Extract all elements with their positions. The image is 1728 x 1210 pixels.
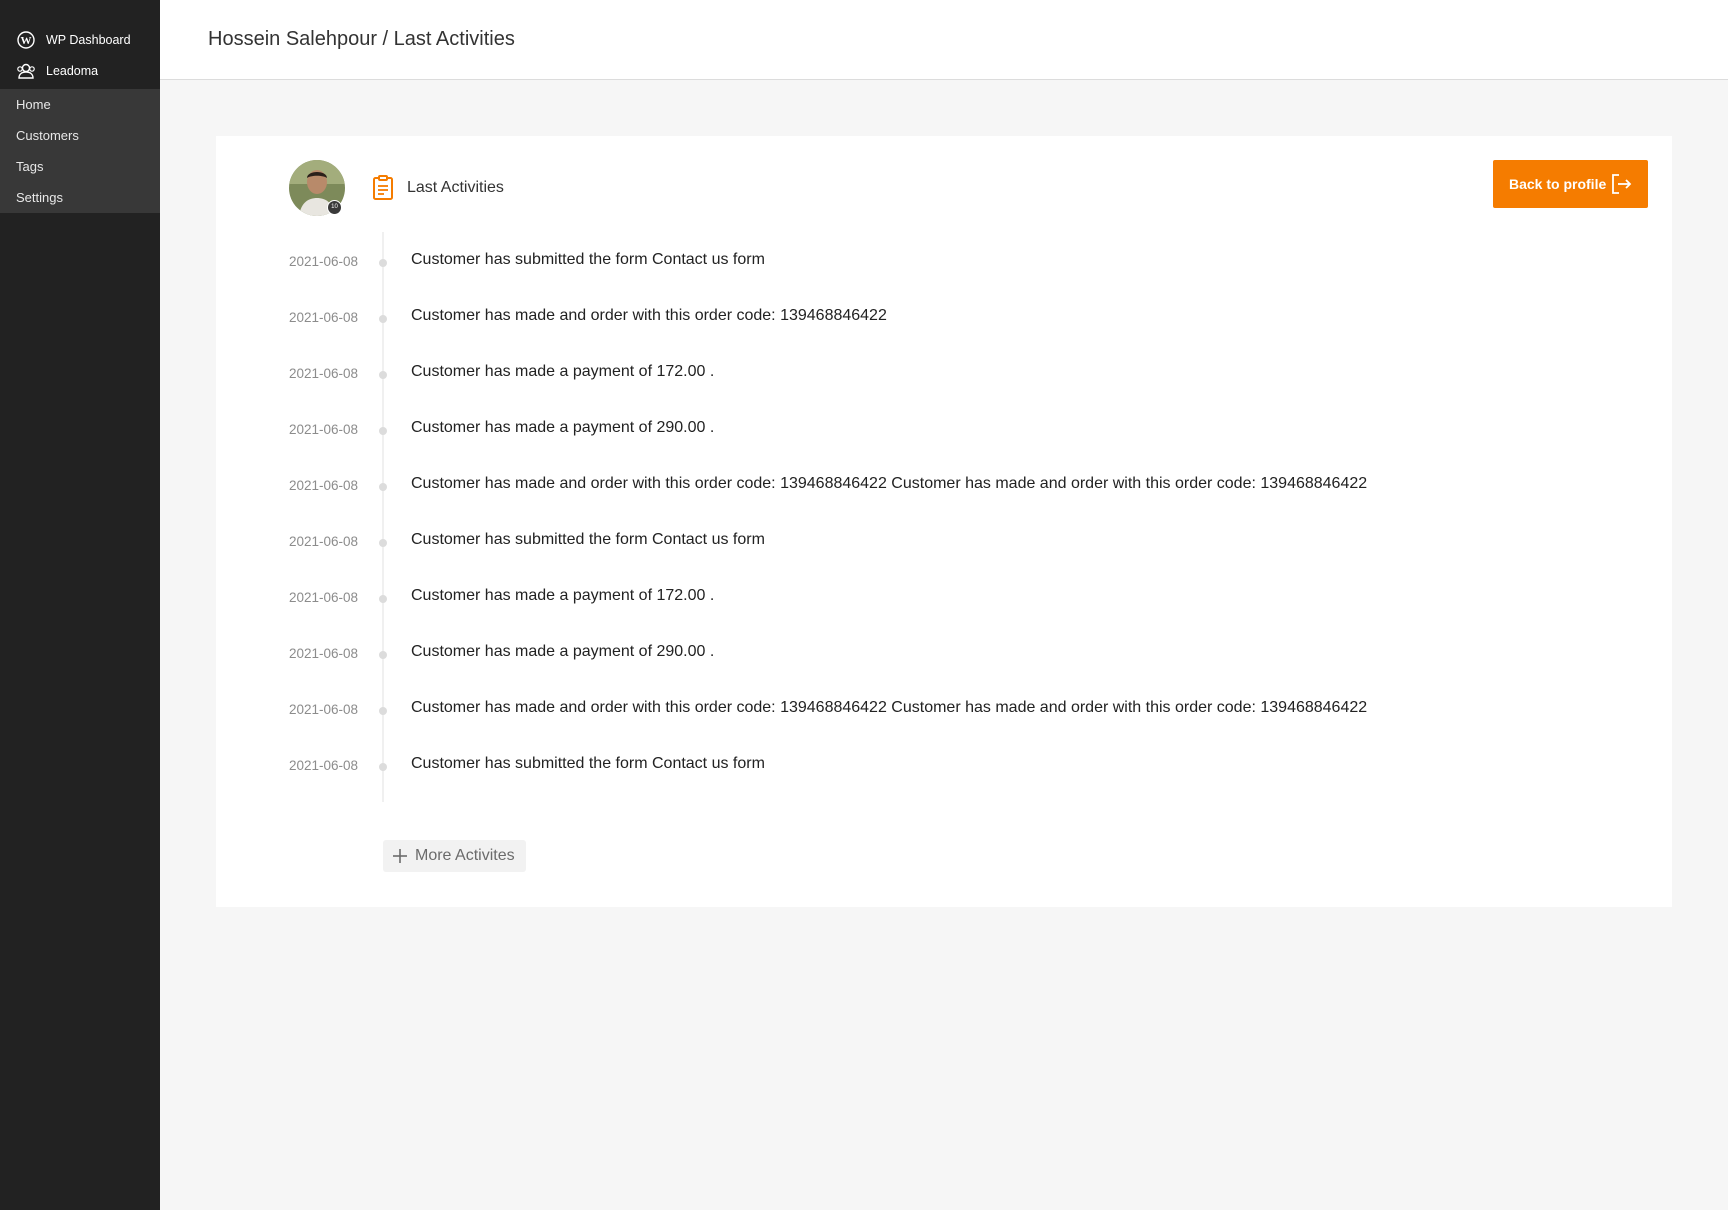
page-title: Hossein Salehpour / Last Activities (208, 28, 515, 50)
activity-text: Customer has made a payment of 172.00 . (411, 587, 715, 604)
activity-date: 2021-06-08 (289, 310, 359, 325)
activity-item: 2021-06-08 Customer has made and order w… (216, 698, 1672, 722)
sidebar-item-settings[interactable]: Settings (0, 182, 160, 213)
leadoma-link[interactable]: Leadoma (0, 55, 160, 86)
sidebar: W WP Dashboard Leadoma Home Customers Ta… (0, 0, 160, 1210)
exit-icon (1610, 173, 1632, 195)
sidebar-item-customers[interactable]: Customers (0, 120, 160, 151)
more-activities-button[interactable]: More Activites (383, 840, 526, 872)
activity-text: Customer has made a payment of 172.00 . (411, 363, 715, 380)
activity-item: 2021-06-08 Customer has submitted the fo… (216, 530, 1672, 554)
back-to-profile-label: Back to profile (1509, 176, 1607, 192)
timeline-dot (379, 315, 387, 323)
timeline-dot (379, 707, 387, 715)
timeline-dot (379, 259, 387, 267)
svg-text:W: W (21, 35, 32, 47)
activity-text: Customer has made and order with this or… (411, 307, 887, 324)
activity-date: 2021-06-08 (289, 758, 359, 773)
timeline-dot (379, 763, 387, 771)
timeline-dot (379, 371, 387, 379)
activity-item: 2021-06-08 Customer has made a payment o… (216, 642, 1672, 666)
activity-date: 2021-06-08 (289, 366, 359, 381)
activity-date: 2021-06-08 (289, 702, 359, 717)
back-to-profile-button[interactable]: Back to profile (1493, 160, 1648, 208)
clipboard-icon (372, 175, 394, 201)
activity-date: 2021-06-08 (289, 590, 359, 605)
sidebar-nav: Home Customers Tags Settings (0, 89, 160, 213)
activities-card: 10 Last Activities Back to profile 2021-… (216, 136, 1672, 907)
activity-item: 2021-06-08 Customer has made a payment o… (216, 362, 1672, 386)
activity-item: 2021-06-08 Customer has submitted the fo… (216, 754, 1672, 778)
timeline-dot (379, 595, 387, 603)
avatar[interactable]: 10 (289, 160, 345, 216)
activity-text: Customer has made a payment of 290.00 . (411, 643, 715, 660)
activity-date: 2021-06-08 (289, 534, 359, 549)
activity-item: 2021-06-08 Customer has made and order w… (216, 474, 1672, 498)
activity-text: Customer has made and order with this or… (411, 475, 1368, 492)
wp-dashboard-link[interactable]: W WP Dashboard (0, 24, 160, 55)
activity-item: 2021-06-08 Customer has made a payment o… (216, 418, 1672, 442)
top-bar: Hossein Salehpour / Last Activities (160, 0, 1728, 80)
activity-text: Customer has made a payment of 290.00 . (411, 419, 715, 436)
activity-date: 2021-06-08 (289, 254, 359, 269)
activity-text: Customer has submitted the form Contact … (411, 531, 765, 548)
plus-icon (391, 847, 409, 865)
section-title: Last Activities (407, 179, 504, 196)
activity-text: Customer has submitted the form Contact … (411, 755, 765, 772)
timeline-dot (379, 483, 387, 491)
more-activities-label: More Activites (415, 847, 515, 864)
timeline-dot (379, 427, 387, 435)
wp-dashboard-label: WP Dashboard (46, 32, 131, 47)
timeline-dot (379, 539, 387, 547)
sidebar-item-tags[interactable]: Tags (0, 151, 160, 182)
timeline-dot (379, 651, 387, 659)
users-icon (16, 61, 36, 81)
wordpress-icon: W (16, 30, 36, 50)
activity-date: 2021-06-08 (289, 422, 359, 437)
activity-text: Customer has submitted the form Contact … (411, 251, 765, 268)
activity-date: 2021-06-08 (289, 646, 359, 661)
activity-text: Customer has made and order with this or… (411, 699, 1368, 716)
activity-item: 2021-06-08 Customer has made a payment o… (216, 586, 1672, 610)
leadoma-label: Leadoma (46, 63, 99, 78)
activity-item: 2021-06-08 Customer has made and order w… (216, 306, 1672, 330)
activity-date: 2021-06-08 (289, 478, 359, 493)
avatar-badge: 10 (327, 200, 342, 215)
activity-item: 2021-06-08 Customer has submitted the fo… (216, 250, 1672, 274)
sidebar-item-home[interactable]: Home (0, 89, 160, 120)
